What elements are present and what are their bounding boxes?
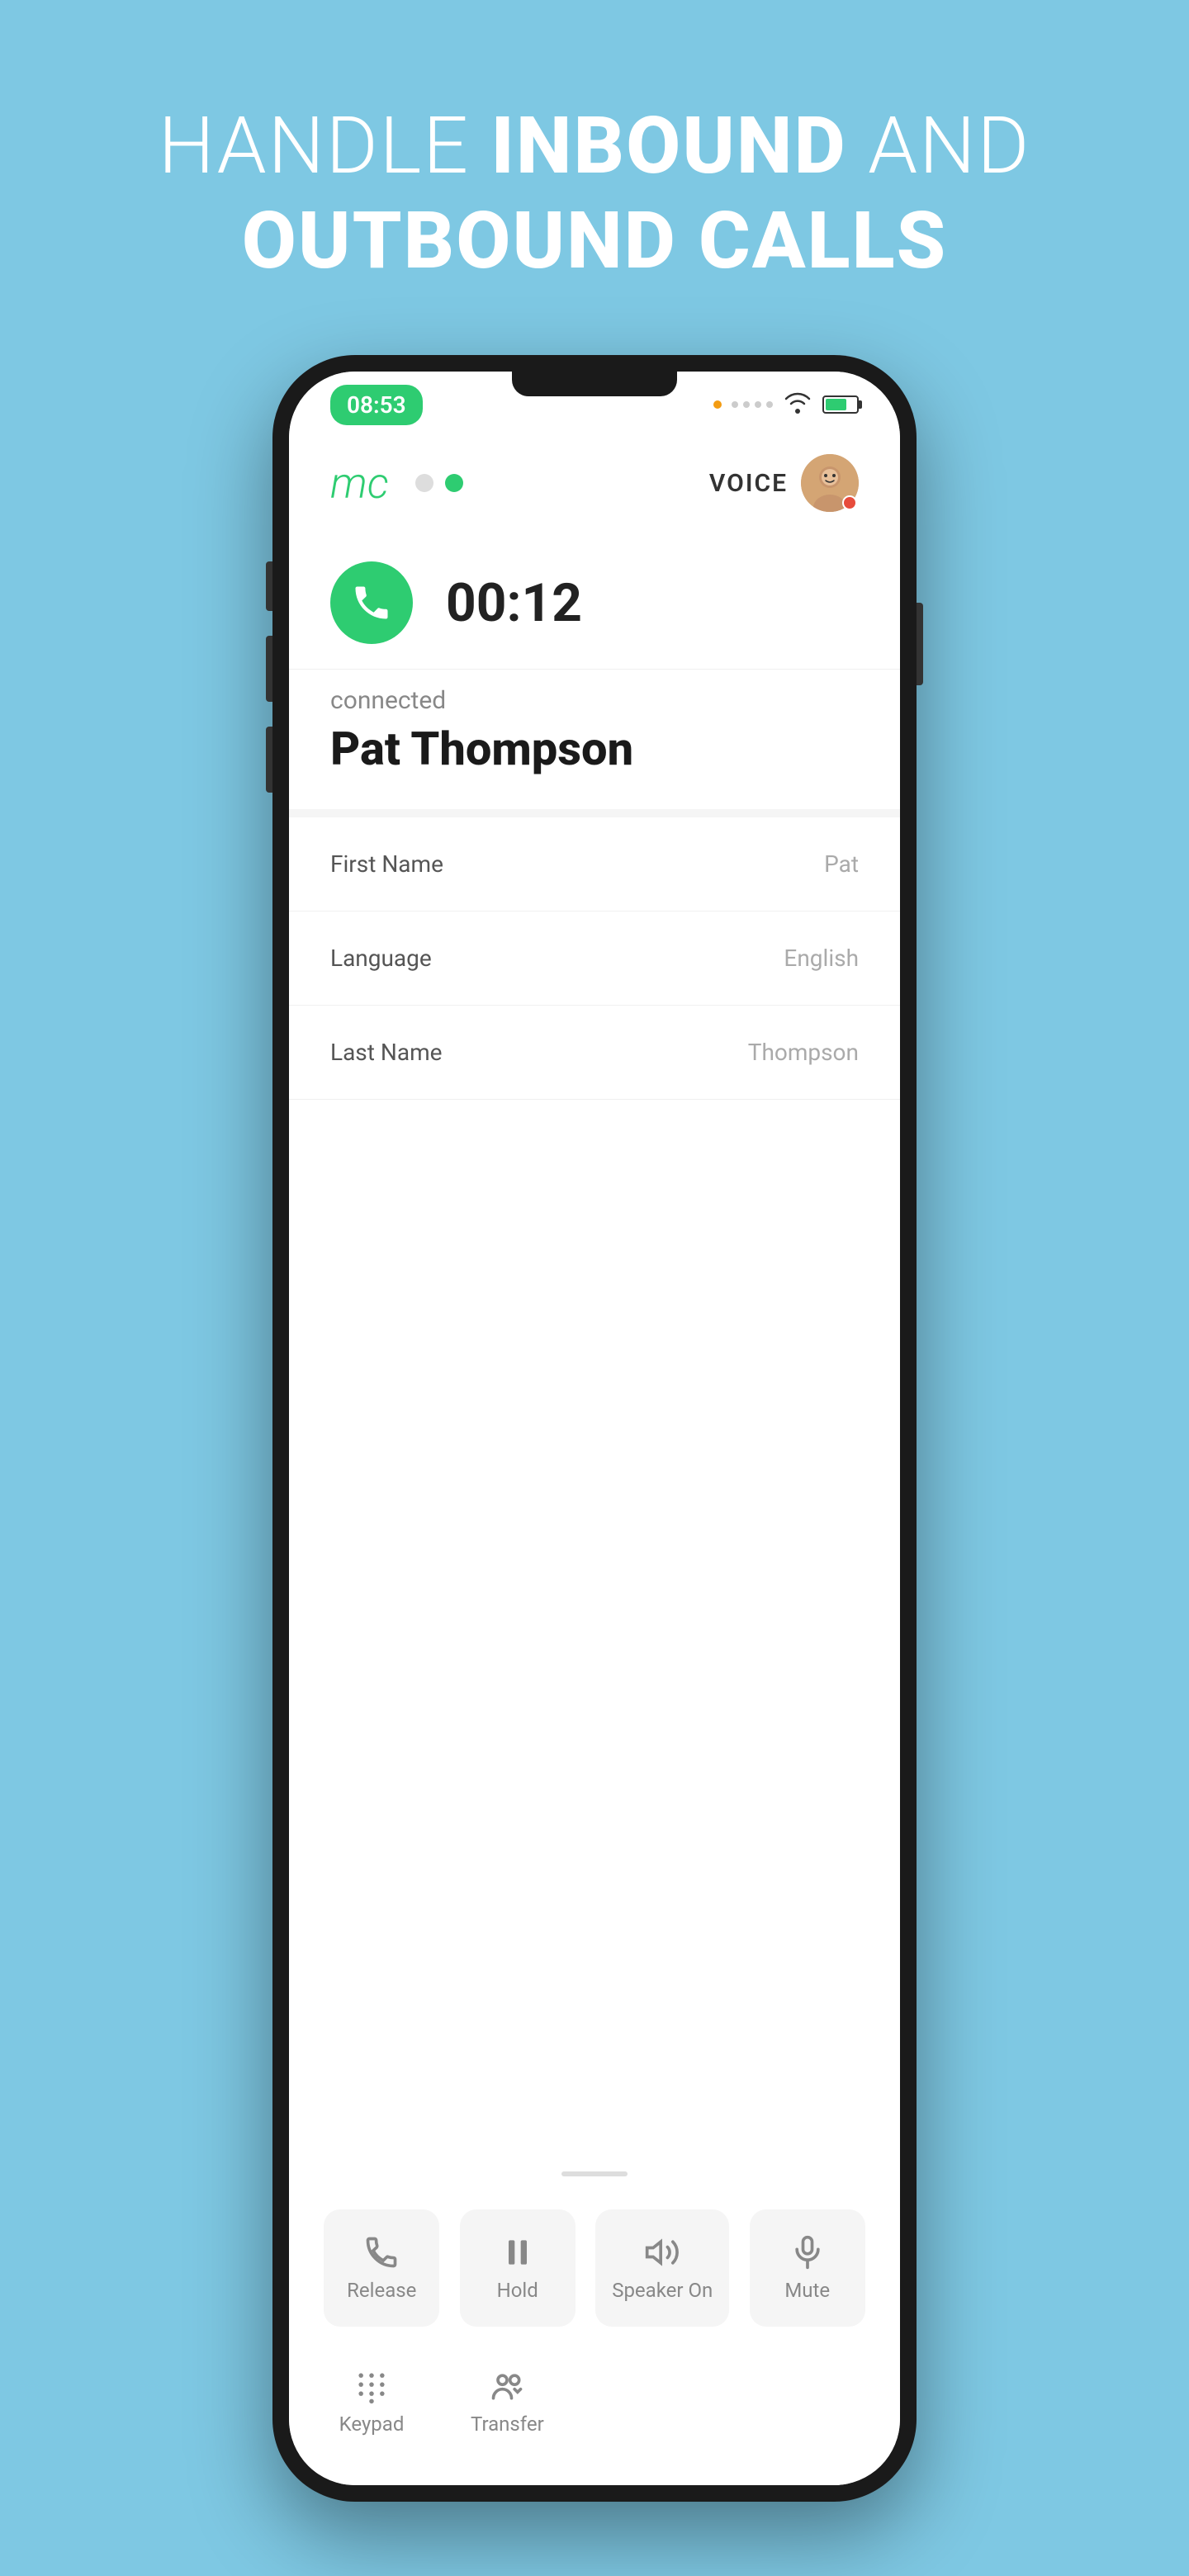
battery-fill — [826, 399, 846, 410]
agent-avatar-container — [801, 454, 859, 512]
field-label-lastname: Last Name — [330, 1039, 442, 1066]
connection-status-dots — [415, 474, 463, 492]
voice-label: VOICE — [709, 469, 788, 498]
keypad-label: Keypad — [339, 2413, 405, 2436]
keypad-button[interactable]: Keypad — [314, 2351, 429, 2452]
field-row-firstname: First Name Pat — [289, 817, 900, 912]
wifi-icon — [783, 391, 812, 419]
action-buttons-row1: Release Hold Speaker On — [289, 2193, 900, 2343]
status-dot-offline — [415, 474, 433, 492]
phone-screen: 08:53 — [289, 372, 900, 2485]
header-line1-end: AND — [847, 100, 1031, 192]
signal-dot-4 — [766, 401, 773, 408]
call-section: 00:12 — [289, 528, 900, 670]
recording-indicator — [842, 495, 857, 510]
signal-dot-1 — [732, 401, 738, 408]
logo-text: mc — [330, 458, 389, 509]
release-button[interactable]: Release — [324, 2209, 439, 2327]
field-value-language: English — [784, 945, 859, 972]
app-logo: mc — [330, 458, 463, 509]
field-label-firstname: First Name — [330, 850, 443, 878]
signal-dot-2 — [743, 401, 750, 408]
status-indicator-dot — [713, 400, 722, 409]
phone-notch — [512, 372, 677, 396]
field-label-language: Language — [330, 945, 432, 972]
app-header: mc VOICE — [289, 438, 900, 528]
transfer-label: Transfer — [471, 2413, 544, 2436]
contact-name: Pat Thompson — [330, 722, 859, 776]
speaker-label: Speaker On — [612, 2279, 713, 2302]
field-value-firstname: Pat — [824, 850, 859, 878]
field-row-lastname: Last Name Thompson — [289, 1006, 900, 1100]
mute-button[interactable]: Mute — [750, 2209, 865, 2327]
battery-icon — [822, 395, 859, 414]
phone-frame: 08:53 — [272, 355, 917, 2502]
connected-label: connected — [330, 686, 859, 715]
hold-label: Hold — [497, 2279, 538, 2302]
signal-dots — [732, 401, 773, 408]
phone-vol-down-button — [266, 727, 272, 793]
release-label: Release — [347, 2279, 416, 2302]
transfer-button[interactable]: Transfer — [446, 2351, 569, 2452]
action-buttons-row2: Keypad Transfer — [289, 2343, 900, 2485]
speaker-button[interactable]: Speaker On — [595, 2209, 729, 2327]
header-line1-normal: HANDLE — [159, 100, 491, 192]
page-header: HANDLE INBOUND AND OUTBOUND CALLS — [159, 99, 1030, 289]
mute-label: Mute — [784, 2279, 830, 2302]
field-value-lastname: Thompson — [748, 1039, 859, 1066]
header-line1-bold: INBOUND — [490, 100, 846, 192]
header-line2: OUTBOUND CALLS — [242, 195, 947, 287]
contact-section: connected Pat Thompson — [289, 670, 900, 809]
phone-vol-up-button — [266, 636, 272, 702]
signal-dot-3 — [755, 401, 761, 408]
hold-button[interactable]: Hold — [460, 2209, 576, 2327]
drag-handle-container — [289, 2155, 900, 2193]
fields-section: First Name Pat Language English Last Nam… — [289, 817, 900, 1486]
status-time: 08:53 — [330, 385, 423, 425]
phone-vol-mute-button — [266, 561, 272, 611]
status-dot-online — [445, 474, 463, 492]
voice-section: VOICE — [709, 454, 859, 512]
phone-power-button — [917, 603, 923, 685]
empty-space — [289, 1486, 900, 2155]
call-icon — [330, 561, 413, 644]
call-timer: 00:12 — [446, 572, 582, 634]
drag-handle — [561, 2171, 628, 2176]
field-row-language: Language English — [289, 912, 900, 1006]
status-icons — [713, 391, 859, 419]
